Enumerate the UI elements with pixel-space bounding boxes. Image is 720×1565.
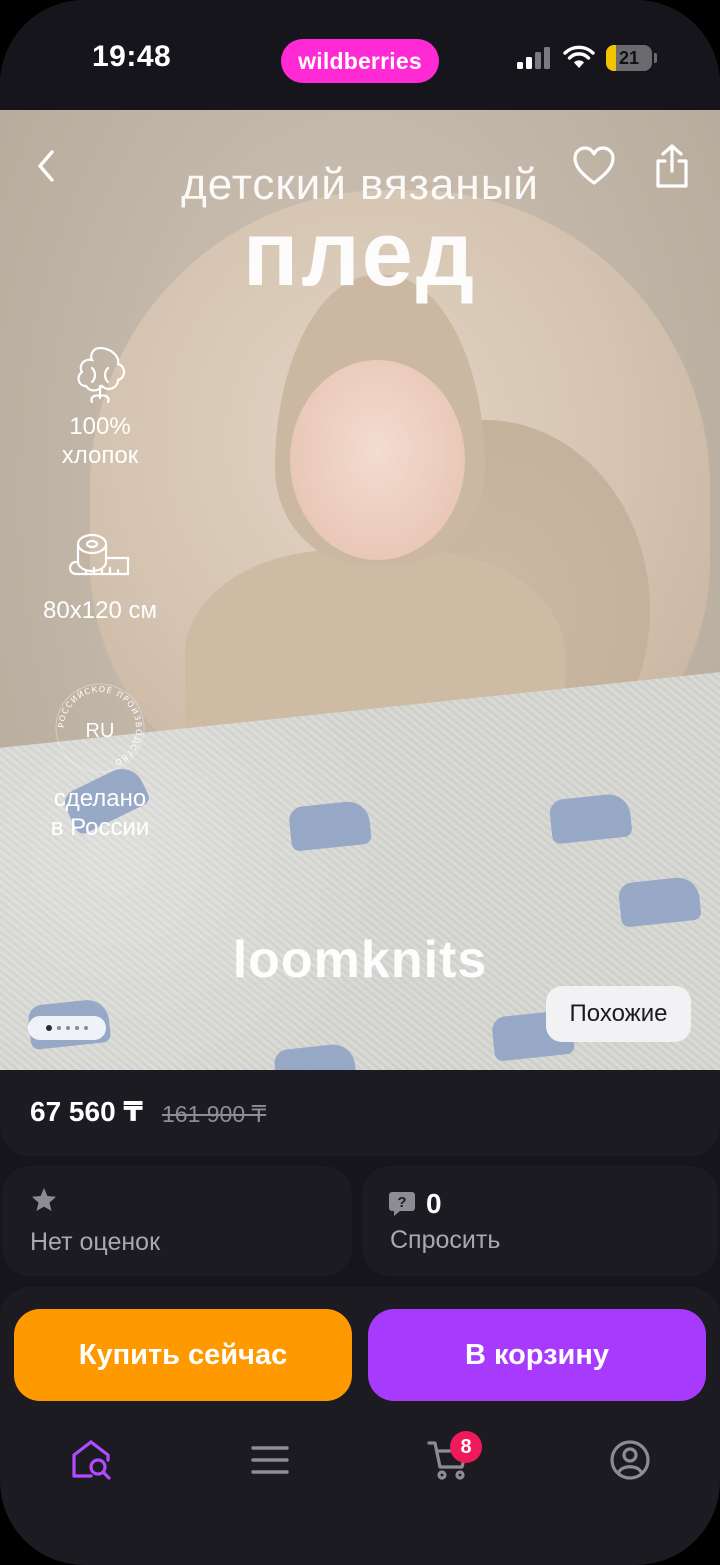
- battery-indicator: 21: [606, 45, 657, 71]
- phone-screen: 19:48 wildberries 21 детский вязаный пле…: [0, 0, 720, 1565]
- star-icon: [32, 1188, 56, 1211]
- battery-level: 21: [618, 48, 640, 68]
- share-button[interactable]: [646, 140, 698, 192]
- back-button[interactable]: [20, 140, 72, 192]
- nav-catalog[interactable]: [245, 1435, 295, 1485]
- home-search-icon: [72, 1440, 111, 1480]
- svg-text:?: ?: [397, 1194, 406, 1211]
- feature-made-in-russia: РОССИЙСКОЕ ПРОИЗВОДСТВО RU сделано в Рос…: [20, 680, 180, 842]
- pagination-dot: [66, 1026, 70, 1030]
- price-card: 67 560 ₸ 161 900 ₸: [0, 1070, 720, 1156]
- image-pagination: [28, 1016, 106, 1040]
- product-photo-face: [290, 360, 465, 560]
- rating-label: Нет оценок: [30, 1228, 161, 1256]
- measuring-tape-icon: [68, 533, 130, 576]
- cellular-signal-icon: [517, 47, 550, 69]
- battery-tip: [654, 53, 657, 63]
- similar-products-button[interactable]: Похожие: [546, 986, 691, 1042]
- feature-made-line-2: в России: [50, 814, 150, 841]
- product-image-gallery[interactable]: детский вязаный плед 100% хлопок 80х120 …: [0, 110, 720, 1070]
- feature-made-line-1: сделано: [53, 785, 147, 812]
- add-to-cart-button[interactable]: В корзину: [368, 1309, 706, 1401]
- brand-logo: loomknits: [232, 931, 488, 989]
- wifi-icon: [563, 45, 595, 68]
- cart-count-badge: 8: [450, 1431, 482, 1463]
- rating-card[interactable]: Нет оценок: [2, 1166, 352, 1276]
- status-bar: 19:48 wildberries 21: [0, 0, 720, 110]
- questions-count: 0: [426, 1188, 442, 1219]
- share-icon: [656, 144, 688, 188]
- image-title-line-2: плед: [242, 203, 478, 305]
- ask-question-label: Спросить: [390, 1226, 501, 1254]
- feature-size: 80х120 см: [20, 528, 180, 625]
- made-in-russia-seal-icon: РОССИЙСКОЕ ПРОИЗВОДСТВО RU: [55, 683, 145, 773]
- current-price: 67 560 ₸: [30, 1096, 143, 1127]
- favorite-button[interactable]: [568, 140, 620, 192]
- pagination-dot: [57, 1026, 61, 1030]
- battery-icon: 21: [606, 45, 652, 71]
- pagination-dot: [46, 1025, 52, 1031]
- app-badge[interactable]: wildberries: [281, 39, 439, 83]
- catalog-menu-icon: [251, 1446, 289, 1474]
- cotton-icon: [77, 346, 126, 404]
- status-time: 19:48: [92, 40, 172, 73]
- heart-icon: [573, 146, 615, 185]
- feature-cotton-line-2: хлопок: [61, 442, 139, 469]
- bottom-panel: Купить сейчас В корзину: [0, 1287, 720, 1565]
- feature-size-text: 80х120 см: [43, 597, 157, 624]
- svg-text:RU: RU: [86, 720, 115, 742]
- chevron-left-icon: [38, 150, 54, 182]
- feature-cotton-line-1: 100%: [69, 413, 131, 440]
- old-price: 161 900 ₸: [162, 1101, 267, 1127]
- questions-card[interactable]: ? 0 Спросить: [362, 1166, 718, 1276]
- pagination-dot: [75, 1026, 79, 1030]
- nav-profile[interactable]: [605, 1435, 655, 1485]
- feature-cotton: 100% хлопок: [20, 340, 180, 470]
- pagination-dot: [84, 1026, 88, 1030]
- question-bubble-icon: ?: [389, 1192, 415, 1216]
- nav-home[interactable]: [66, 1435, 116, 1485]
- buy-now-button[interactable]: Купить сейчас: [14, 1309, 352, 1401]
- profile-icon: [610, 1440, 650, 1480]
